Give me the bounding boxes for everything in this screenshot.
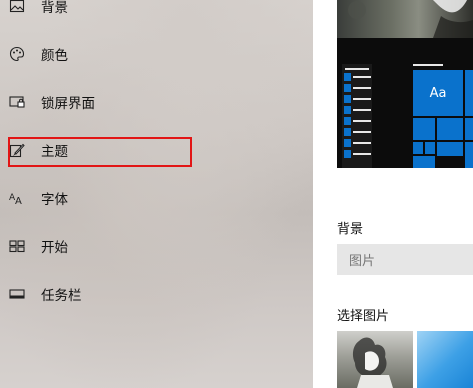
start-icon <box>9 238 25 254</box>
picture-thumbnail[interactable] <box>417 331 473 388</box>
preview-tile <box>437 142 463 156</box>
font-icon: AA <box>9 190 25 206</box>
preview-tile <box>344 106 351 114</box>
sidebar-item-label: 背景 <box>41 0 68 16</box>
preview-tile <box>437 118 463 140</box>
background-section-title: 背景 <box>337 222 364 237</box>
lock-screen-icon <box>9 94 25 110</box>
sidebar-item-colors[interactable]: 颜色 <box>0 32 313 76</box>
background-type-select[interactable]: 图片 <box>337 244 473 275</box>
preview-tile <box>425 142 435 154</box>
sidebar-item-fonts[interactable]: AA 字体 <box>0 176 313 220</box>
theme-preview: Aa <box>337 0 473 168</box>
preview-tile <box>413 118 435 140</box>
preview-tile <box>344 128 351 136</box>
preview-accent-tile: Aa <box>413 70 463 116</box>
preview-tile <box>344 84 351 92</box>
preview-group-header <box>413 64 443 66</box>
preview-line <box>353 76 371 78</box>
preview-line <box>345 68 369 70</box>
preview-tile <box>413 142 423 154</box>
preview-wallpaper <box>337 0 473 38</box>
preview-line <box>353 87 371 89</box>
sidebar-item-taskbar[interactable]: 任务栏 <box>0 272 313 316</box>
main-content: Aa 背景 图片 选择图片 <box>313 0 473 388</box>
preview-tile <box>465 70 473 116</box>
preview-line <box>353 153 371 155</box>
preview-tile <box>344 139 351 147</box>
preview-line <box>353 109 371 111</box>
sidebar: 背景 颜色 锁屏界面 主题 AA 字体 开始 任务栏 <box>0 0 313 388</box>
preview-line <box>353 142 371 144</box>
sidebar-item-label: 字体 <box>41 192 68 208</box>
preview-tile <box>413 156 435 168</box>
preview-tile <box>344 95 351 103</box>
sidebar-item-background[interactable]: 背景 <box>0 0 313 28</box>
taskbar-icon <box>9 286 25 302</box>
preview-tile <box>344 117 351 125</box>
sidebar-item-start[interactable]: 开始 <box>0 224 313 268</box>
picture-thumbnail[interactable] <box>337 331 413 388</box>
sidebar-item-lock-screen[interactable]: 锁屏界面 <box>0 80 313 124</box>
preview-line <box>353 131 371 133</box>
choose-picture-title: 选择图片 <box>337 309 390 324</box>
select-value: 图片 <box>349 254 376 269</box>
sidebar-item-label: 锁屏界面 <box>41 96 95 112</box>
preview-tile <box>465 118 473 140</box>
sidebar-item-label: 任务栏 <box>41 288 82 304</box>
preview-tile-label: Aa <box>429 85 447 101</box>
preview-tile <box>344 150 351 158</box>
svg-text:A: A <box>15 196 22 206</box>
preview-tile <box>465 142 473 168</box>
preview-line <box>353 120 371 122</box>
sidebar-item-label: 开始 <box>41 240 68 256</box>
palette-icon <box>9 46 25 62</box>
picture-icon <box>9 0 25 14</box>
preview-tile <box>344 73 351 81</box>
highlight-annotation <box>8 137 192 167</box>
sidebar-item-label: 颜色 <box>41 48 68 64</box>
preview-line <box>353 98 371 100</box>
